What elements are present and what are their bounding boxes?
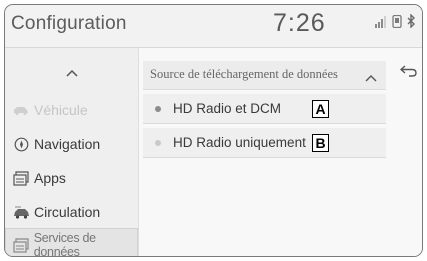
sidebar-item-label: Circulation [34,204,101,220]
sidebar-scroll-up-button[interactable] [5,58,138,88]
sidebar-item-vehicule: Véhicule [5,94,138,126]
selection-indicator [155,105,161,112]
back-arrow-icon [399,64,418,82]
compass-icon [12,136,30,152]
back-button[interactable] [397,61,421,85]
option-hd-radio-uniquement[interactable]: HD Radio uniquement [143,128,386,158]
settings-panel: Source de téléchargement de données HD R… [139,48,422,256]
sidebar-item-label: Apps [34,170,66,186]
phone-icon [392,14,402,33]
bluetooth-icon [407,13,416,33]
screen-frame: Configuration 7:26 Véhicule Navigation A… [4,4,423,257]
signal-bars-icon [375,15,387,33]
clock: 7:26 [273,9,326,37]
section-header-label: Source de téléchargement de données [150,67,338,81]
sidebar-item-label: Navigation [34,136,101,152]
apps-icon [12,170,30,186]
sidebar-item-services-de-donnees[interactable]: Services de données [5,228,138,257]
sidebar-item-label: Services de données [33,231,96,257]
page-title: Configuration [11,13,127,34]
section-header[interactable]: Source de téléchargement de données [143,61,386,90]
sidebar-item-apps[interactable]: Apps [5,162,138,194]
sidebar: Véhicule Navigation Apps Circulation Ser [5,48,139,256]
option-label: HD Radio et DCM [173,101,282,116]
option-hd-radio-et-dcm[interactable]: HD Radio et DCM [143,94,386,124]
selection-indicator [155,139,161,146]
chevron-up-icon [365,69,377,87]
sidebar-item-circulation[interactable]: Circulation [5,196,138,228]
status-icons [375,13,416,33]
car-icon [12,102,30,118]
option-label: HD Radio uniquement [173,135,306,150]
sidebar-item-label: Véhicule [34,102,88,118]
chevron-up-icon [65,64,78,82]
sidebar-item-navigation[interactable]: Navigation [5,128,138,160]
status-bar: Configuration 7:26 [5,5,422,48]
callout-badge-a: A [312,100,329,118]
callout-badge-b: B [312,134,329,152]
data-services-icon [13,237,30,253]
traffic-car-icon [12,204,30,220]
